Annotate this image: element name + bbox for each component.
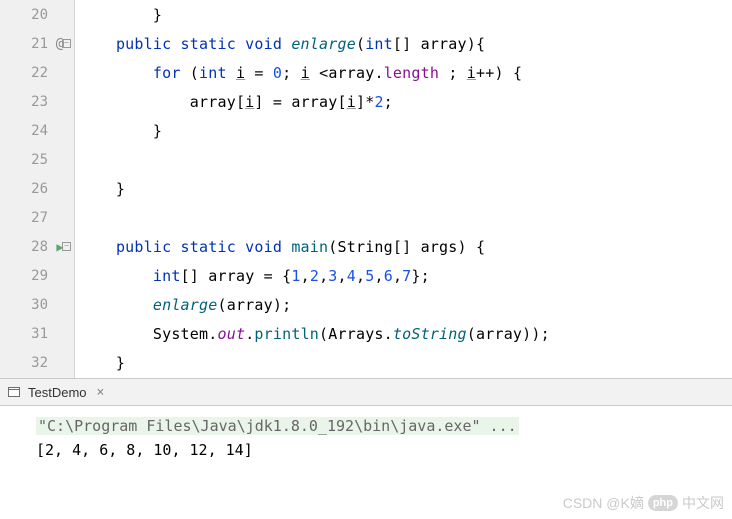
gutter-row[interactable]: 23 (0, 87, 74, 116)
code-area[interactable]: } public static void enlarge(int[] array… (75, 0, 732, 378)
code-line[interactable]: array[i] = array[i]*2; (79, 87, 732, 116)
code-editor[interactable]: 2021@−22232425262728▶−29303132 } public … (0, 0, 732, 378)
gutter-row[interactable]: 26 (0, 174, 74, 203)
gutter-row[interactable]: 29 (0, 261, 74, 290)
code-line[interactable]: System.out.println(Arrays.toString(array… (79, 319, 732, 348)
code-line[interactable]: for (int i = 0; i <array.length ; i++) { (79, 58, 732, 87)
tab-label[interactable]: TestDemo (28, 385, 87, 400)
gutter-row[interactable]: 30 (0, 290, 74, 319)
code-line[interactable]: enlarge(array); (79, 290, 732, 319)
console-line: [2, 4, 6, 8, 10, 12, 14] (36, 438, 728, 462)
gutter-row[interactable]: 31 (0, 319, 74, 348)
console-output[interactable]: "C:\Program Files\Java\jdk1.8.0_192\bin\… (0, 406, 732, 466)
gutter-row[interactable]: 21@− (0, 29, 74, 58)
fold-icon[interactable]: − (62, 39, 71, 48)
code-line[interactable] (79, 145, 732, 174)
gutter-row[interactable]: 32 (0, 348, 74, 377)
close-icon[interactable]: × (97, 385, 105, 400)
console-line: "C:\Program Files\Java\jdk1.8.0_192\bin\… (36, 414, 728, 438)
gutter-row[interactable]: 20 (0, 0, 74, 29)
code-line[interactable]: } (79, 0, 732, 29)
gutter-row[interactable]: 28▶− (0, 232, 74, 261)
code-line[interactable]: int[] array = {1,2,3,4,5,6,7}; (79, 261, 732, 290)
watermark: CSDN @K嫡 php 中文网 (563, 493, 724, 513)
gutter-row[interactable]: 27 (0, 203, 74, 232)
code-line[interactable] (79, 203, 732, 232)
gutter: 2021@−22232425262728▶−29303132 (0, 0, 75, 378)
run-tabs: TestDemo × (0, 378, 732, 406)
gutter-row[interactable]: 25 (0, 145, 74, 174)
code-line[interactable]: } (79, 116, 732, 145)
tab-icon (6, 384, 22, 400)
code-line[interactable]: } (79, 348, 732, 377)
code-line[interactable]: } (79, 174, 732, 203)
gutter-row[interactable]: 24 (0, 116, 74, 145)
code-line[interactable]: public static void enlarge(int[] array){ (79, 29, 732, 58)
code-line[interactable]: public static void main(String[] args) { (79, 232, 732, 261)
fold-icon[interactable]: − (62, 242, 71, 251)
gutter-row[interactable]: 22 (0, 58, 74, 87)
